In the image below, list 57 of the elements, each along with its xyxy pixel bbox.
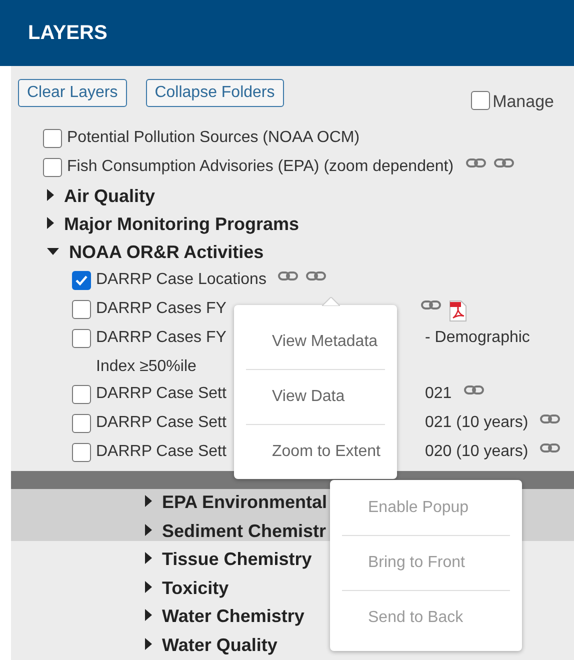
link-icon[interactable] (540, 442, 560, 452)
folder-label[interactable]: Water Quality (162, 632, 278, 658)
layer-label: 021 (425, 384, 452, 404)
caret-icon[interactable] (145, 552, 152, 564)
layer-label: Index ≥50%ile (96, 356, 198, 376)
caret-icon[interactable] (145, 580, 152, 592)
pdf-icon[interactable] (449, 300, 467, 322)
layer-label: Fish Consumption Advisories (EPA) (zoom dependent) (67, 156, 454, 176)
link-icon[interactable] (421, 300, 441, 310)
link-icon[interactable] (540, 414, 560, 424)
layer-label: DARRP Case Sett (96, 442, 226, 462)
folder-label[interactable]: Major Monitoring Programs (64, 210, 300, 236)
checkbox[interactable] (43, 158, 62, 176)
link-icon[interactable] (306, 270, 326, 280)
checkbox[interactable] (43, 128, 62, 148)
checkbox[interactable] (72, 414, 91, 432)
layer-label: DARRP Case Locations (96, 270, 266, 290)
caret-icon[interactable] (145, 524, 152, 536)
folder-label[interactable]: Air Quality (64, 182, 156, 208)
panel-title: LAYERS (28, 21, 108, 46)
caret-icon[interactable] (145, 609, 152, 621)
checkbox[interactable] (72, 270, 91, 290)
layer-label: 020 (10 years) (425, 442, 528, 462)
link-icon[interactable] (278, 270, 298, 280)
folder-label[interactable]: Tissue Chemistry (162, 546, 312, 572)
layer-label: Potential Pollution Sources (NOAA OCM) (67, 128, 360, 148)
link-icon[interactable] (466, 158, 486, 168)
checkbox[interactable] (72, 442, 91, 462)
menu-item[interactable]: View Metadata (246, 315, 385, 369)
folder-label[interactable]: Sediment Chemistr (162, 518, 326, 544)
menu-item[interactable]: Zoom to Extent (246, 425, 385, 479)
toolbar-button[interactable]: Clear Layers (18, 79, 127, 107)
layer-label: DARRP Cases FY (96, 328, 226, 348)
checkbox[interactable] (72, 300, 91, 318)
caret-icon[interactable] (145, 638, 152, 650)
folder-label[interactable]: NOAA OR&R Activities (69, 238, 264, 264)
link-icon[interactable] (464, 384, 484, 394)
menu-item[interactable]: View Data (246, 370, 385, 424)
checkbox[interactable] (72, 384, 91, 404)
folder-label[interactable]: EPA Environmental (162, 489, 328, 515)
link-icon[interactable] (494, 158, 514, 168)
caret-icon[interactable] (145, 495, 152, 507)
check-icon (75, 274, 88, 286)
toolbar-button[interactable]: Collapse Folders (146, 79, 284, 107)
layer-label: DARRP Case Sett (96, 384, 226, 404)
checkbox[interactable] (72, 328, 91, 348)
checkbox[interactable] (470, 91, 490, 110)
layer-label: DARRP Cases FY (96, 298, 226, 318)
layer-label: 021 (10 years) (425, 412, 528, 432)
layer-label: - Demographic (425, 328, 530, 348)
manage-label: Manage (492, 91, 554, 113)
folder-label[interactable]: Water Chemistry (162, 603, 304, 629)
caret-icon[interactable] (47, 248, 59, 256)
caret-icon[interactable] (47, 216, 54, 228)
layer-label: DARRP Case Sett (96, 412, 226, 432)
caret-icon[interactable] (47, 188, 54, 200)
folder-label[interactable]: Toxicity (162, 574, 229, 600)
